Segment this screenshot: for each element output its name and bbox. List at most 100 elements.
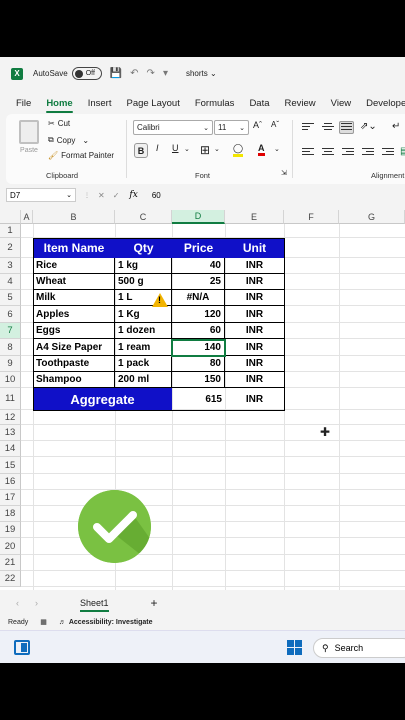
unit-cell[interactable]: INR: [225, 274, 284, 290]
row-header[interactable]: 5: [0, 290, 21, 306]
price-cell[interactable]: 60: [172, 323, 225, 339]
header-qty[interactable]: Qty: [115, 238, 172, 258]
file-name[interactable]: shorts ⌄: [186, 69, 217, 78]
tab-formulas[interactable]: Formulas: [195, 98, 235, 109]
tab-home[interactable]: Home: [46, 98, 74, 113]
row-header[interactable]: 6: [0, 306, 21, 323]
redo-icon[interactable]: ↷: [147, 68, 155, 79]
insert-function-icon[interactable]: fx: [129, 190, 137, 200]
increase-font-size-icon[interactable]: Aˆ: [253, 120, 262, 130]
header-unit[interactable]: Unit: [225, 238, 284, 258]
qty-cell[interactable]: 500 g: [115, 274, 172, 290]
tab-review[interactable]: Review: [285, 98, 316, 109]
top-align-icon[interactable]: [302, 123, 314, 133]
price-cell[interactable]: 25: [172, 274, 225, 290]
column-header-f[interactable]: F: [284, 210, 339, 224]
underline-dropdown-icon[interactable]: ⌄: [184, 145, 190, 153]
tab-developer[interactable]: Developer: [366, 98, 405, 109]
column-header-d[interactable]: D: [172, 210, 225, 224]
tab-page-layout[interactable]: Page Layout: [126, 98, 179, 109]
autosave-toggle[interactable]: Off: [71, 67, 102, 80]
font-color-dropdown-icon[interactable]: ⌄: [274, 145, 280, 153]
item-name-cell[interactable]: Shampoo: [33, 372, 115, 388]
price-cell[interactable]: 150: [172, 372, 225, 388]
macro-record-icon[interactable]: ▦: [40, 618, 47, 626]
worksheet-grid[interactable]: A B C D E F G 1 2 3 4 5 6 7 8 9 10 11 12 13 14 15 16 17 1…: [0, 210, 405, 590]
windows-start-icon[interactable]: [287, 640, 302, 655]
qty-cell[interactable]: 1 dozen: [115, 323, 172, 339]
unit-cell[interactable]: INR: [225, 356, 284, 372]
bottom-align-icon[interactable]: [339, 121, 354, 134]
underline-button[interactable]: U: [172, 143, 179, 153]
decrease-font-size-icon[interactable]: Aˇ: [271, 120, 279, 129]
column-header-b[interactable]: B: [33, 210, 115, 224]
row-header[interactable]: 16: [0, 474, 21, 490]
copy-button[interactable]: ⧉ Copy ⌄: [48, 135, 89, 145]
row-header[interactable]: 18: [0, 506, 21, 522]
item-name-cell[interactable]: Apples: [33, 306, 115, 323]
aggregate-unit[interactable]: INR: [225, 388, 284, 410]
price-cell[interactable]: #N/A: [172, 290, 225, 306]
aggregate-value[interactable]: 615: [172, 388, 225, 410]
prev-sheet-icon[interactable]: ‹: [16, 598, 19, 608]
row-header[interactable]: 10: [0, 372, 21, 388]
item-name-cell[interactable]: A4 Size Paper: [33, 339, 115, 356]
merge-center-icon[interactable]: ▤: [400, 146, 405, 157]
increase-indent-icon[interactable]: [382, 148, 394, 158]
column-header-g[interactable]: G: [339, 210, 405, 224]
decrease-indent-icon[interactable]: [362, 148, 374, 158]
qty-cell[interactable]: 1 pack: [115, 356, 172, 372]
row-header[interactable]: 11: [0, 388, 21, 410]
bold-button[interactable]: B: [134, 143, 148, 158]
tab-view[interactable]: View: [331, 98, 351, 109]
fill-color-icon[interactable]: ◯: [233, 143, 244, 157]
widgets-icon[interactable]: [14, 640, 30, 655]
add-sheet-button[interactable]: +: [151, 596, 158, 610]
font-name-select[interactable]: Calibri ⌄: [133, 120, 213, 135]
column-header-a[interactable]: A: [21, 210, 33, 224]
row-header[interactable]: 19: [0, 522, 21, 538]
format-painter-button[interactable]: 🖌 Format Painter: [48, 151, 114, 160]
row-header[interactable]: 2: [0, 238, 21, 258]
borders-dropdown-icon[interactable]: ⌄: [214, 145, 220, 153]
formula-input[interactable]: 60: [152, 191, 161, 200]
font-dialog-launcher-icon[interactable]: ⇲: [281, 169, 287, 177]
qty-cell[interactable]: 1 ream: [115, 339, 172, 356]
wrap-text-icon[interactable]: ↵: [392, 121, 400, 132]
sheet-tab-sheet1[interactable]: Sheet1: [80, 598, 109, 612]
item-name-cell[interactable]: Toothpaste: [33, 356, 115, 372]
borders-icon[interactable]: ⊞: [200, 143, 210, 157]
row-header[interactable]: 20: [0, 538, 21, 555]
italic-button[interactable]: I: [156, 143, 159, 153]
more-icon[interactable]: ⋮: [84, 192, 90, 199]
unit-cell[interactable]: INR: [225, 258, 284, 274]
item-name-cell[interactable]: Rice: [33, 258, 115, 274]
row-header[interactable]: 17: [0, 490, 21, 506]
save-icon[interactable]: 💾: [110, 68, 122, 79]
column-header-c[interactable]: C: [115, 210, 172, 224]
unit-cell[interactable]: INR: [225, 323, 284, 339]
row-header[interactable]: 12: [0, 410, 21, 425]
unit-cell[interactable]: INR: [225, 306, 284, 323]
accessibility-status[interactable]: Accessibility: Investigate: [69, 619, 153, 626]
header-price[interactable]: Price: [172, 238, 225, 258]
middle-align-icon[interactable]: [322, 123, 334, 133]
enter-icon[interactable]: ✓: [113, 191, 120, 200]
tab-insert[interactable]: Insert: [88, 98, 112, 109]
undo-icon[interactable]: ↶: [130, 68, 138, 79]
aggregate-label[interactable]: Aggregate: [33, 388, 172, 410]
row-header[interactable]: 3: [0, 258, 21, 274]
align-left-icon[interactable]: [302, 148, 314, 158]
price-cell[interactable]: 40: [172, 258, 225, 274]
select-all-corner[interactable]: [0, 210, 21, 224]
price-cell[interactable]: 80: [172, 356, 225, 372]
next-sheet-icon[interactable]: ›: [35, 598, 38, 608]
price-cell[interactable]: 120: [172, 306, 225, 323]
tab-file[interactable]: File: [16, 98, 31, 109]
font-size-select[interactable]: 11 ⌄: [214, 120, 249, 135]
qty-cell[interactable]: 1 kg: [115, 258, 172, 274]
row-header[interactable]: 22: [0, 571, 21, 587]
name-box[interactable]: D7 ⌄: [6, 188, 76, 202]
row-header[interactable]: 15: [0, 457, 21, 474]
row-header[interactable]: 21: [0, 555, 21, 571]
